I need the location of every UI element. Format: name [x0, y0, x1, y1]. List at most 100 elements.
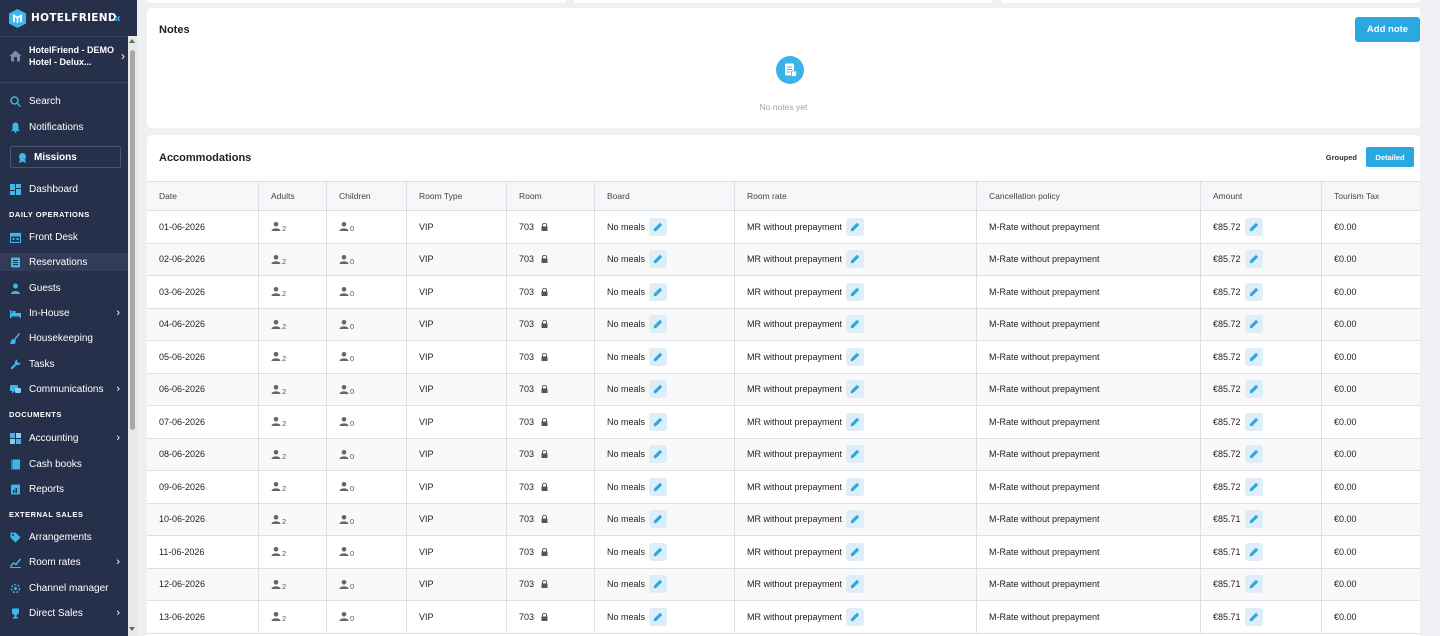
edit-room-rate-button[interactable]	[846, 510, 865, 529]
nav-room-rates[interactable]: Room rates ›	[10, 553, 122, 571]
edit-amount-button[interactable]	[1244, 347, 1263, 366]
notes-card: Notes Add note No notes yet	[147, 8, 1420, 128]
edit-amount-button[interactable]	[1244, 412, 1263, 431]
date-cell: 07-06-2026	[147, 406, 259, 438]
column-header[interactable]: Board	[595, 182, 735, 210]
edit-amount-button[interactable]	[1244, 445, 1263, 464]
column-header[interactable]: Adults	[259, 182, 327, 210]
column-header[interactable]: Tourism Tax	[1322, 182, 1420, 210]
nav-tasks[interactable]: Tasks	[10, 355, 122, 373]
nav-accounting[interactable]: Accounting ›	[10, 429, 122, 447]
nav-channel-manager[interactable]: Channel manager	[10, 579, 122, 597]
edit-board-button[interactable]	[649, 607, 668, 626]
scroll-down-icon[interactable]	[129, 627, 135, 631]
pencil-icon	[653, 385, 663, 394]
edit-amount-button[interactable]	[1244, 510, 1263, 529]
children-cell: 0	[327, 601, 407, 633]
edit-room-rate-button[interactable]	[846, 477, 865, 496]
amount-cell: €85.72	[1201, 341, 1322, 373]
scrollbar-thumb[interactable]	[130, 50, 135, 430]
person-icon	[339, 287, 349, 297]
edit-amount-button[interactable]	[1244, 542, 1263, 561]
edit-amount-button[interactable]	[1244, 575, 1263, 594]
nav-reports[interactable]: Reports	[10, 480, 122, 498]
grouped-toggle[interactable]: Grouped	[1326, 153, 1357, 162]
detailed-toggle[interactable]: Detailed	[1366, 147, 1414, 167]
column-header[interactable]: Room rate	[735, 182, 977, 210]
pencil-icon	[1249, 385, 1258, 394]
edit-amount-button[interactable]	[1244, 217, 1263, 236]
nav-direct-sales[interactable]: Direct Sales ›	[10, 604, 122, 622]
edit-room-rate-button[interactable]	[846, 282, 865, 301]
column-header[interactable]: Room Type	[407, 182, 507, 210]
edit-amount-button[interactable]	[1244, 607, 1263, 626]
edit-board-button[interactable]	[649, 315, 668, 334]
edit-amount-button[interactable]	[1244, 477, 1263, 496]
column-header[interactable]: Children	[327, 182, 407, 210]
nav-dashboard[interactable]: Dashboard	[10, 180, 122, 198]
adults-count: 2	[282, 224, 287, 234]
edit-board-button[interactable]	[649, 412, 668, 431]
edit-amount-button[interactable]	[1244, 380, 1263, 399]
edit-room-rate-button[interactable]	[846, 575, 865, 594]
nav-guests[interactable]: Guests	[10, 279, 122, 297]
edit-board-button[interactable]	[649, 282, 668, 301]
edit-board-button[interactable]	[649, 347, 668, 366]
nav-arrangements[interactable]: Arrangements	[10, 528, 122, 546]
edit-room-rate-button[interactable]	[846, 380, 865, 399]
pencil-icon	[653, 515, 663, 524]
add-note-button[interactable]: Add note	[1355, 17, 1420, 42]
room-rate-cell: MR without prepayment	[735, 308, 977, 340]
nav-in-house[interactable]: In-House ›	[10, 304, 122, 322]
children-count: 0	[350, 224, 355, 234]
edit-room-rate-button[interactable]	[846, 315, 865, 334]
edit-board-button[interactable]	[649, 445, 668, 464]
sidebar-scrollbar[interactable]	[128, 36, 137, 636]
edit-board-button[interactable]	[649, 250, 668, 269]
pencil-icon	[653, 222, 663, 231]
board-cell: No meals	[595, 536, 735, 568]
person-icon	[271, 254, 281, 264]
edit-board-button[interactable]	[649, 575, 668, 594]
edit-amount-button[interactable]	[1244, 315, 1263, 334]
amount-value: €85.72	[1213, 254, 1241, 265]
edit-room-rate-button[interactable]	[846, 412, 865, 431]
hotel-selector[interactable]: HotelFriend - DEMO Hotel - Delux... ›	[9, 44, 125, 68]
edit-board-button[interactable]	[649, 380, 668, 399]
table-row: 12-06-2026 2 0 VIP 703 No meals MR witho…	[147, 568, 1420, 601]
collapse-sidebar-icon[interactable]: «	[114, 11, 121, 25]
amount-cell: €85.72	[1201, 211, 1322, 243]
nav-housekeeping[interactable]: Housekeeping	[10, 329, 122, 347]
edit-room-rate-button[interactable]	[846, 445, 865, 464]
column-header[interactable]: Amount	[1201, 182, 1322, 210]
column-header[interactable]: Room	[507, 182, 595, 210]
edit-room-rate-button[interactable]	[846, 347, 865, 366]
missions-button[interactable]: Missions	[10, 146, 121, 168]
nav-notifications[interactable]: Notifications	[10, 118, 122, 136]
nav-search[interactable]: Search	[10, 92, 122, 110]
scroll-up-icon[interactable]	[129, 39, 135, 43]
edit-amount-button[interactable]	[1244, 250, 1263, 269]
edit-amount-button[interactable]	[1244, 282, 1263, 301]
column-header[interactable]: Date	[147, 182, 259, 210]
nav-communications[interactable]: Communications ›	[10, 380, 122, 398]
edit-room-rate-button[interactable]	[846, 607, 865, 626]
edit-room-rate-button[interactable]	[846, 217, 865, 236]
edit-board-button[interactable]	[649, 217, 668, 236]
nav-dashboard-label: Dashboard	[29, 183, 78, 195]
edit-board-button[interactable]	[649, 542, 668, 561]
brand-logo[interactable]: HOTELFRIEND	[9, 8, 117, 28]
tourism-tax-cell: €0.00	[1334, 254, 1357, 265]
person-icon	[271, 547, 281, 557]
edit-room-rate-button[interactable]	[846, 250, 865, 269]
room-rate-value: MR without prepayment	[747, 416, 843, 427]
edit-room-rate-button[interactable]	[846, 542, 865, 561]
edit-board-button[interactable]	[649, 510, 668, 529]
column-header[interactable]: Cancellation policy	[977, 182, 1201, 210]
edit-board-button[interactable]	[649, 477, 668, 496]
nav-front-desk[interactable]: Front Desk	[10, 228, 122, 246]
amount-cell: €85.71	[1201, 601, 1322, 633]
nav-arrangements-label: Arrangements	[29, 531, 92, 543]
nav-reservations[interactable]: Reservations	[0, 253, 128, 271]
nav-cash-books[interactable]: Cash books	[10, 455, 122, 473]
